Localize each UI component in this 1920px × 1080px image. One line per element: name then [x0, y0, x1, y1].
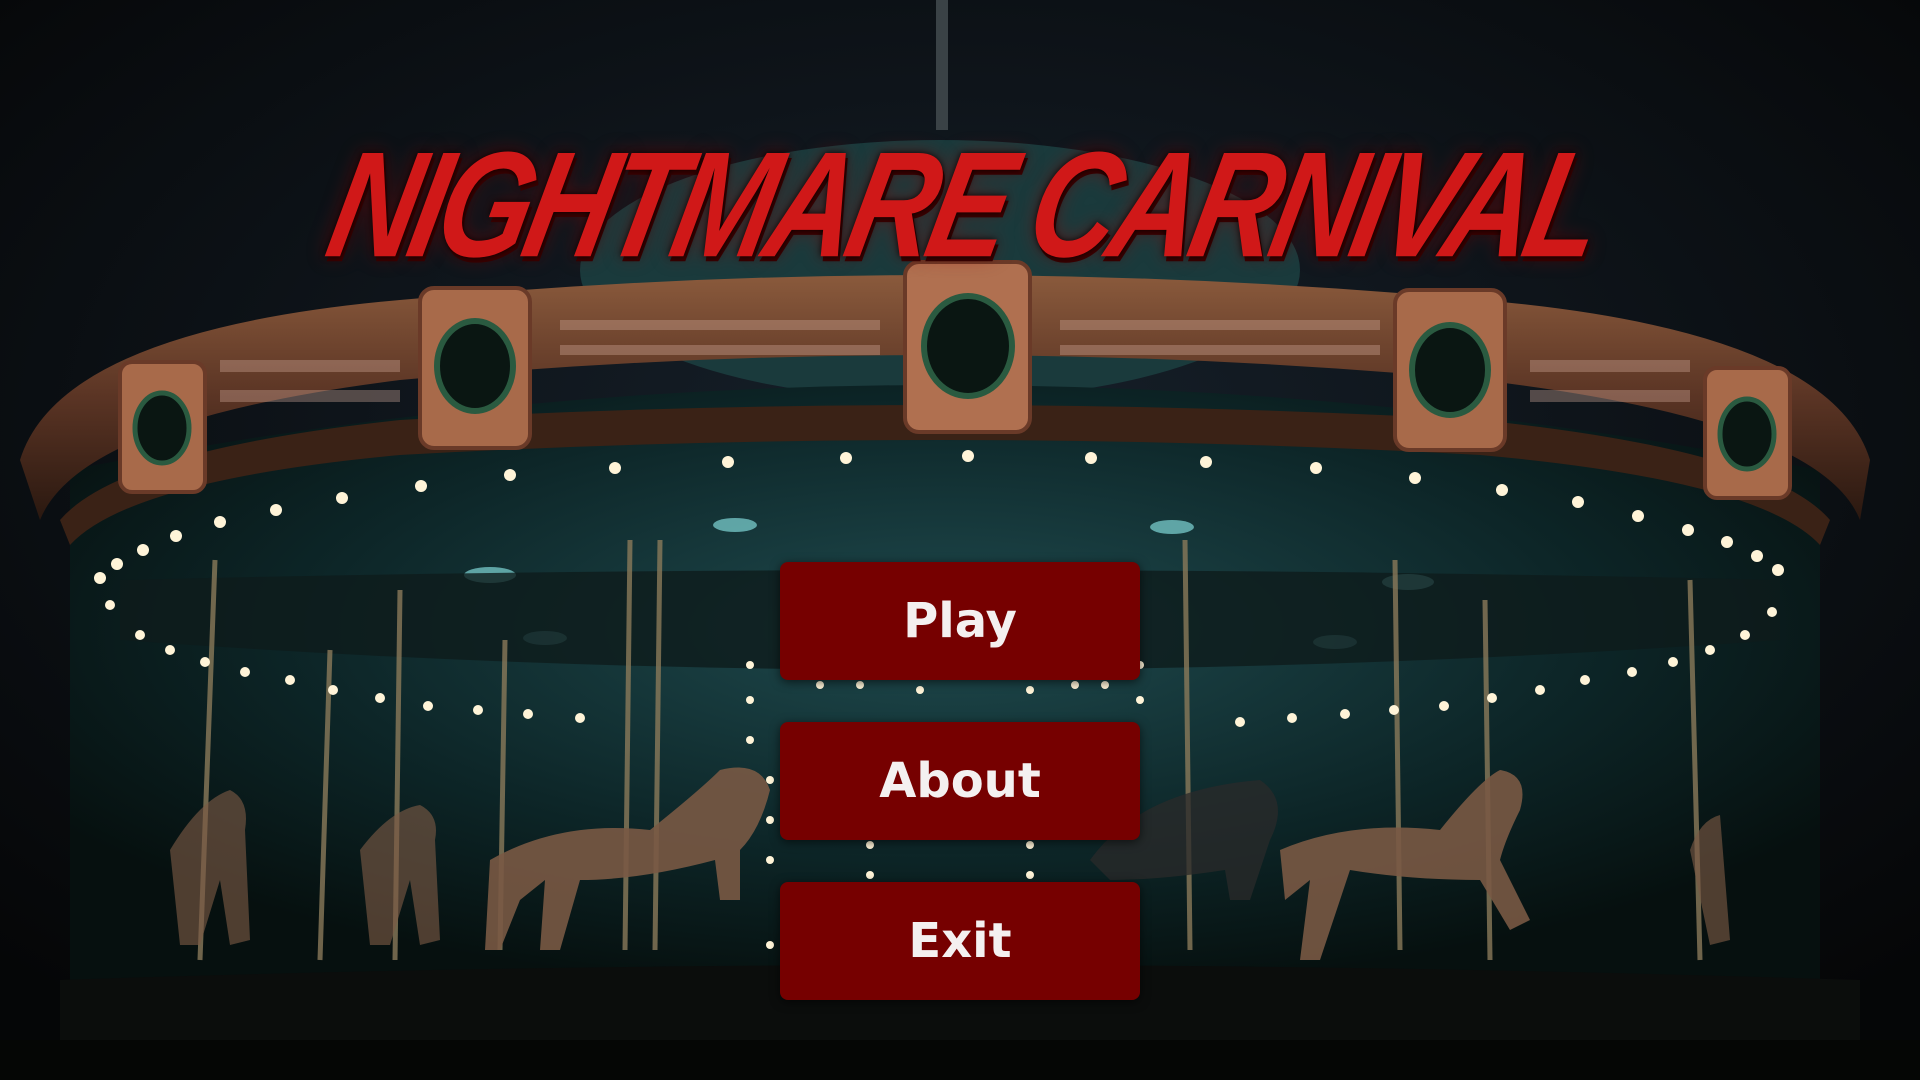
- game-title: NIGHTMARE CARNIVAL: [315, 121, 1615, 289]
- about-button[interactable]: About: [780, 722, 1140, 840]
- main-menu: Play About Exit: [780, 562, 1140, 1042]
- play-button[interactable]: Play: [780, 562, 1140, 680]
- exit-button[interactable]: Exit: [780, 882, 1140, 1000]
